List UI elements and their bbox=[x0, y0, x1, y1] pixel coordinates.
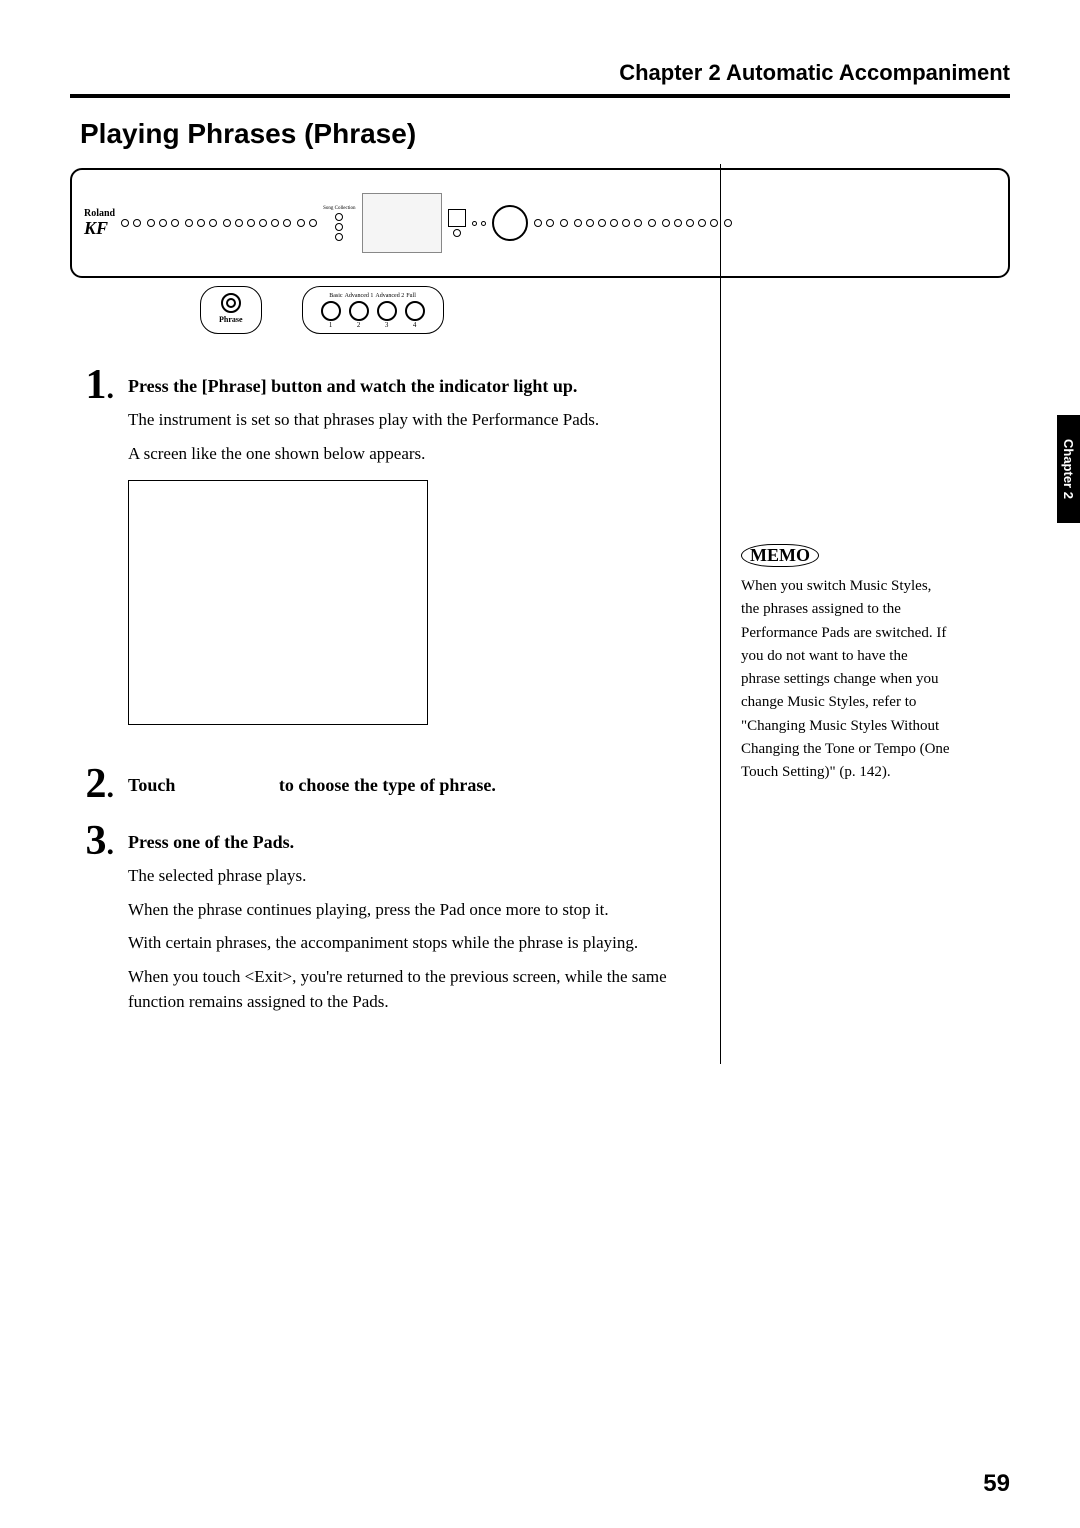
pad-num-1: 1 bbox=[321, 321, 341, 329]
step-3-text-b: When the phrase continues playing, press… bbox=[128, 897, 690, 923]
step-1-text-a: The instrument is set so that phrases pl… bbox=[128, 407, 690, 433]
step-number: 2 bbox=[86, 761, 107, 807]
memo-icon: MEMO bbox=[741, 544, 819, 567]
panel-screen bbox=[362, 193, 442, 253]
step-2-instruction-a: Touch bbox=[128, 775, 175, 795]
screen-placeholder-image bbox=[128, 480, 428, 725]
pad-label-adv1: Advanced 1 bbox=[345, 293, 374, 299]
page-number: 59 bbox=[983, 1470, 1010, 1498]
phrase-label: Phrase bbox=[219, 315, 243, 324]
step-1: 1. Press the [Phrase] button and watch t… bbox=[70, 364, 690, 749]
chapter-tab: Chapter 2 bbox=[1057, 415, 1080, 523]
step-3-instruction: Press one of the Pads. bbox=[128, 832, 690, 853]
section-title: Playing Phrases (Phrase) bbox=[80, 118, 1010, 150]
step-1-instruction: Press the [Phrase] button and watch the … bbox=[128, 376, 690, 397]
step-3-text-c: With certain phrases, the accompaniment … bbox=[128, 930, 690, 956]
sidebar-column: MEMO When you switch Music Styles, the p… bbox=[720, 164, 950, 1064]
pad-num-3: 3 bbox=[377, 321, 397, 329]
memo-text: When you switch Music Styles, the phrase… bbox=[741, 575, 950, 784]
brand-logo: Roland KF bbox=[84, 209, 115, 237]
pad-label-adv2: Advanced 2 bbox=[375, 293, 404, 299]
pads-callout: Basic Advanced 1 Advanced 2 Full 1 2 3 4 bbox=[302, 286, 444, 334]
step-number: 1 bbox=[86, 362, 107, 408]
step-2-instruction-b: to choose the type of phrase. bbox=[279, 775, 496, 795]
step-2: 2. Touch to choose the type of phrase. bbox=[70, 763, 690, 806]
model-text: KF bbox=[84, 219, 115, 237]
step-number: 3 bbox=[86, 818, 107, 864]
pad-num-4: 4 bbox=[405, 321, 425, 329]
header-rule bbox=[70, 94, 1010, 98]
step-3-text-a: The selected phrase plays. bbox=[128, 863, 690, 889]
step-3-text-d: When you touch <Exit>, you're returned t… bbox=[128, 964, 690, 1015]
step-1-text-b: A screen like the one shown below appear… bbox=[128, 441, 690, 467]
step-3: 3. Press one of the Pads. The selected p… bbox=[70, 820, 690, 1023]
song-collection-label: Song Collection bbox=[323, 206, 355, 211]
pad-num-2: 2 bbox=[349, 321, 369, 329]
phrase-button-callout: Phrase bbox=[200, 286, 262, 334]
pad-label-basic: Basic bbox=[329, 293, 342, 299]
chapter-header: Chapter 2 Automatic Accompaniment bbox=[70, 60, 1010, 86]
pad-label-full: Full bbox=[406, 293, 416, 299]
panel-dial bbox=[492, 205, 528, 241]
main-column: 1. Press the [Phrase] button and watch t… bbox=[70, 364, 690, 1064]
